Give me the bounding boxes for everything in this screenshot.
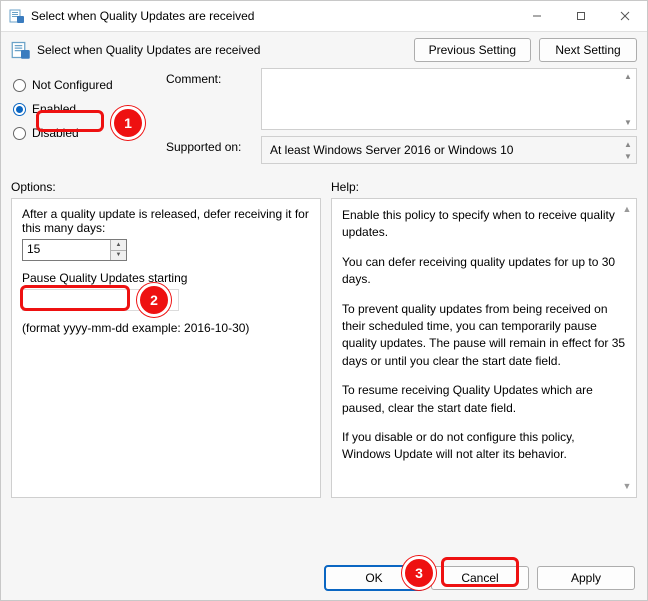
radio-label: Not Configured bbox=[32, 78, 113, 92]
options-label: Options: bbox=[11, 180, 331, 194]
minimize-button[interactable] bbox=[515, 1, 559, 31]
dialog-window: Select when Quality Updates are received… bbox=[0, 0, 648, 601]
scroll-down-icon[interactable]: ▼ bbox=[622, 151, 634, 161]
header-title: Select when Quality Updates are received bbox=[37, 43, 414, 57]
radio-not-configured[interactable]: Not Configured bbox=[13, 78, 166, 92]
radio-label: Enabled bbox=[32, 102, 76, 116]
spinner-down-icon[interactable]: ▼ bbox=[111, 251, 126, 261]
scroll-up-icon[interactable]: ▲ bbox=[622, 139, 634, 149]
close-button[interactable] bbox=[603, 1, 647, 31]
state-section: Not Configured Enabled Disabled Comment:… bbox=[1, 64, 647, 174]
help-text: To resume receiving Quality Updates whic… bbox=[342, 382, 626, 417]
ok-button[interactable]: OK bbox=[325, 566, 423, 590]
scroll-up-icon[interactable]: ▲ bbox=[622, 71, 634, 81]
lower-section: After a quality update is released, defe… bbox=[1, 198, 647, 556]
maximize-button[interactable] bbox=[559, 1, 603, 31]
previous-setting-button[interactable]: Previous Setting bbox=[414, 38, 531, 62]
system-buttons bbox=[515, 1, 647, 31]
policy-icon bbox=[11, 40, 31, 60]
footer: OK Cancel Apply bbox=[1, 556, 647, 600]
scroll-down-icon[interactable]: ▼ bbox=[621, 480, 633, 493]
help-panel: Enable this policy to specify when to re… bbox=[331, 198, 637, 498]
radio-icon bbox=[13, 103, 26, 116]
radio-icon bbox=[13, 127, 26, 140]
title-bar: Select when Quality Updates are received bbox=[1, 1, 647, 32]
scroll-down-icon[interactable]: ▼ bbox=[622, 117, 634, 127]
defer-days-spinner[interactable]: 15 ▲ ▼ bbox=[22, 239, 127, 261]
pause-label: Pause Quality Updates starting bbox=[22, 271, 310, 285]
defer-days-value[interactable]: 15 bbox=[23, 240, 110, 260]
radio-group: Not Configured Enabled Disabled bbox=[11, 68, 166, 170]
help-text: If you disable or do not configure this … bbox=[342, 429, 626, 464]
supported-on-label: Supported on: bbox=[166, 136, 261, 154]
comment-textarea[interactable]: ▲ ▼ bbox=[261, 68, 637, 130]
pause-date-input[interactable] bbox=[22, 289, 179, 311]
defer-days-label: After a quality update is released, defe… bbox=[22, 207, 310, 235]
radio-enabled[interactable]: Enabled bbox=[13, 102, 166, 116]
help-text: You can defer receiving quality updates … bbox=[342, 254, 626, 289]
spinner-up-icon[interactable]: ▲ bbox=[111, 240, 126, 251]
scroll-up-icon[interactable]: ▲ bbox=[621, 203, 633, 216]
help-text: Enable this policy to specify when to re… bbox=[342, 207, 626, 242]
supported-on-text: At least Windows Server 2016 or Windows … bbox=[270, 143, 513, 157]
header: Select when Quality Updates are received… bbox=[1, 32, 647, 64]
cancel-button[interactable]: Cancel bbox=[431, 566, 529, 590]
help-label: Help: bbox=[331, 180, 359, 194]
section-labels: Options: Help: bbox=[1, 174, 647, 198]
policy-icon bbox=[9, 8, 25, 24]
format-hint: (format yyyy-mm-dd example: 2016-10-30) bbox=[22, 321, 310, 335]
apply-button[interactable]: Apply bbox=[537, 566, 635, 590]
options-panel: After a quality update is released, defe… bbox=[11, 198, 321, 498]
radio-label: Disabled bbox=[32, 126, 79, 140]
radio-icon bbox=[13, 79, 26, 92]
help-text: To prevent quality updates from being re… bbox=[342, 301, 626, 371]
comment-label: Comment: bbox=[166, 68, 261, 86]
spinner-arrows: ▲ ▼ bbox=[110, 240, 126, 260]
supported-on-box: At least Windows Server 2016 or Windows … bbox=[261, 136, 637, 164]
radio-disabled[interactable]: Disabled bbox=[13, 126, 166, 140]
next-setting-button[interactable]: Next Setting bbox=[539, 38, 637, 62]
window-title: Select when Quality Updates are received bbox=[31, 9, 515, 23]
